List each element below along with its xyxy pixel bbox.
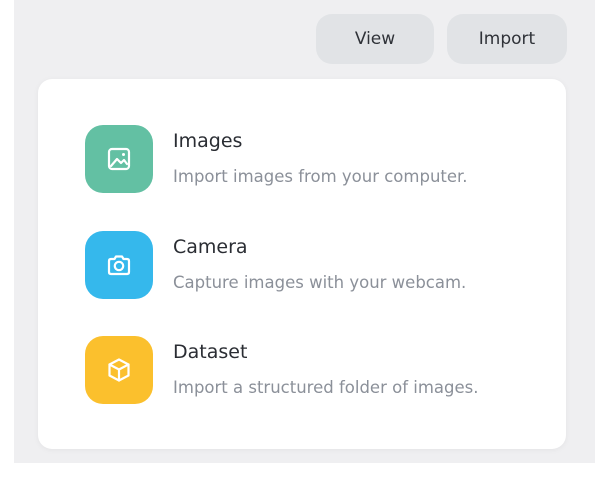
import-button[interactable]: Import xyxy=(447,14,567,64)
option-description: Import a structured folder of images. xyxy=(173,378,479,397)
import-option-images[interactable]: Images Import images from your computer. xyxy=(85,125,545,193)
option-title: Dataset xyxy=(173,341,248,363)
option-title: Images xyxy=(173,130,243,152)
image-icon xyxy=(105,145,133,173)
option-title: Camera xyxy=(173,236,248,258)
images-tile xyxy=(85,125,153,193)
import-menu: Images Import images from your computer.… xyxy=(38,79,566,449)
dataset-tile xyxy=(85,336,153,404)
option-description: Import images from your computer. xyxy=(173,167,468,186)
cube-icon xyxy=(105,356,133,384)
import-option-dataset[interactable]: Dataset Import a structured folder of im… xyxy=(85,336,545,404)
view-button[interactable]: View xyxy=(316,14,434,64)
import-option-camera[interactable]: Camera Capture images with your webcam. xyxy=(85,231,545,299)
option-description: Capture images with your webcam. xyxy=(173,273,467,292)
camera-tile xyxy=(85,231,153,299)
camera-icon xyxy=(105,251,133,279)
